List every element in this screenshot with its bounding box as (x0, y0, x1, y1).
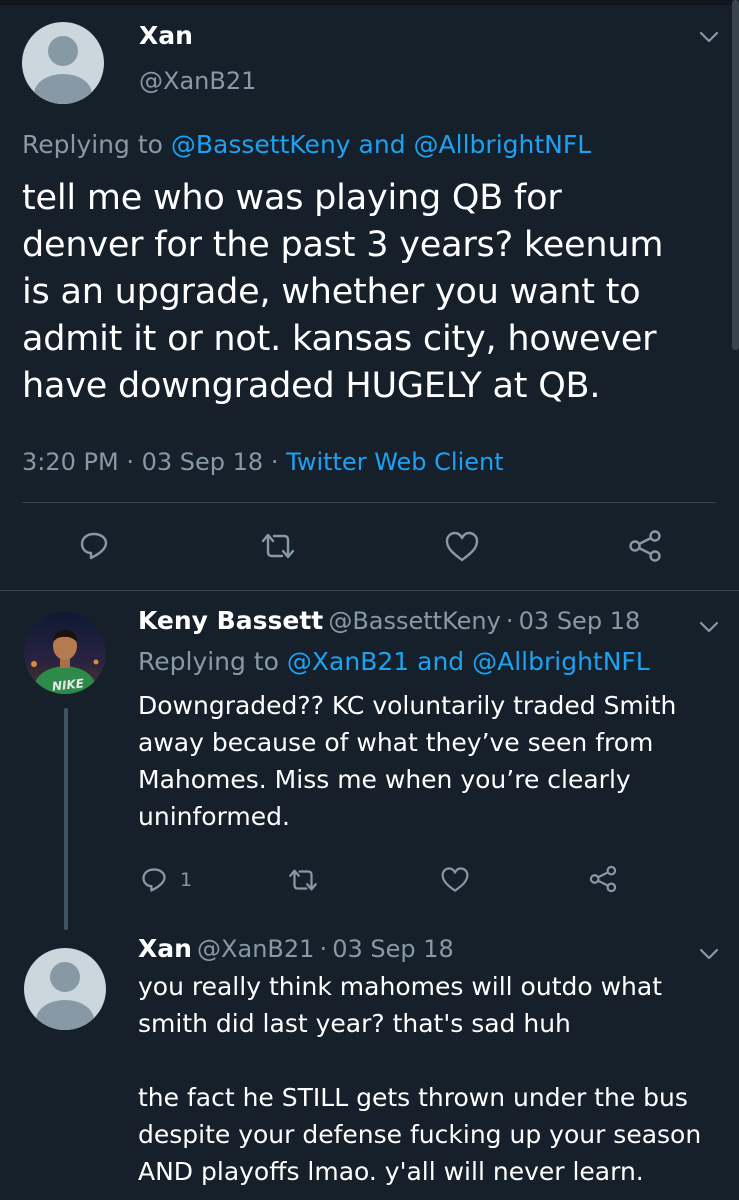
share-icon[interactable] (627, 528, 663, 564)
separator: · (319, 935, 328, 963)
text-line: away because of what they’ve seen from (138, 728, 654, 757)
divider (0, 590, 739, 591)
separator: · (505, 607, 514, 635)
author-name[interactable]: Keny Bassett (138, 606, 323, 635)
avatar[interactable] (24, 948, 106, 1030)
replying-to: Replying to @XanB21 and @AllbrightNFL (138, 647, 650, 676)
separator: · (126, 448, 134, 476)
tweet-date: 03 Sep 18 (332, 935, 454, 963)
tweet-time: 3:20 PM (22, 448, 119, 476)
thread-line (64, 708, 68, 930)
tweet-text: Downgraded?? KC voluntarily traded Smith… (138, 687, 728, 835)
tweet-text: you really think mahomes will outdo what… (138, 968, 728, 1190)
author-name[interactable]: Xan (138, 934, 192, 963)
mention-link[interactable]: @AllbrightNFL (414, 130, 592, 159)
top-edge (0, 0, 739, 5)
reply-header: Keny Bassett @BassettKeny · 03 Sep 18 (138, 606, 640, 635)
chevron-down-icon[interactable] (695, 940, 723, 968)
chevron-down-icon[interactable] (695, 613, 723, 641)
replying-prefix: Replying to (22, 130, 163, 159)
separator: · (270, 448, 279, 476)
reply-icon[interactable] (78, 530, 110, 562)
replying-and: and (358, 130, 406, 159)
replying-and: and (417, 647, 465, 676)
divider (22, 502, 716, 503)
text-line (138, 1042, 728, 1079)
tweet-text: tell me who was playing QB for denver fo… (22, 175, 722, 410)
text-line: Mahomes. Miss me when you’re clearly (138, 765, 631, 794)
text-line: is an upgrade, whether you want to (22, 272, 641, 312)
share-icon[interactable] (588, 864, 618, 894)
author-handle[interactable]: @BassettKeny (328, 607, 501, 635)
author-handle[interactable]: @XanB21 (139, 67, 256, 95)
text-line: the fact he STILL gets thrown under the … (138, 1083, 688, 1112)
heart-icon[interactable] (444, 530, 480, 564)
text-line: uninformed. (138, 802, 290, 831)
retweet-icon[interactable] (258, 530, 298, 562)
mention-link[interactable]: @XanB21 (287, 647, 409, 676)
text-line: admit it or not. kansas city, however (22, 319, 657, 359)
text-line: tell me who was playing QB for (22, 178, 562, 218)
tweet-date: 03 Sep 18 (141, 448, 264, 476)
text-line: you really think mahomes will outdo what (138, 972, 663, 1001)
chevron-down-icon[interactable] (695, 23, 723, 51)
tweet-meta: 3:20 PM · 03 Sep 18 · Twitter Web Client (22, 448, 504, 476)
reply-count: 1 (180, 869, 193, 891)
text-line: have downgraded HUGELY at QB. (22, 366, 601, 406)
replying-to: Replying to @BassettKeny and @AllbrightN… (22, 130, 591, 159)
replying-prefix: Replying to (138, 647, 279, 676)
scrollbar[interactable] (732, 0, 739, 350)
reply-header: Xan @XanB21 · 03 Sep 18 (138, 934, 454, 963)
mention-link[interactable]: @AllbrightNFL (472, 647, 650, 676)
reply-icon[interactable] (140, 866, 168, 894)
avatar[interactable] (22, 22, 104, 104)
text-line: Downgraded?? KC voluntarily traded Smith (138, 691, 677, 720)
heart-icon[interactable] (440, 866, 470, 894)
tweet-client[interactable]: Twitter Web Client (286, 448, 504, 476)
text-line: despite your defense fucking up your sea… (138, 1120, 702, 1149)
author-name[interactable]: Xan (139, 21, 193, 50)
tweet-date: 03 Sep 18 (518, 607, 641, 635)
text-line: denver for the past 3 years? keenum (22, 225, 664, 265)
author-handle[interactable]: @XanB21 (197, 935, 314, 963)
retweet-icon[interactable] (286, 866, 320, 894)
mention-link[interactable]: @BassettKeny (171, 130, 351, 159)
text-line: AND playoffs lmao. y'all will never lear… (138, 1157, 644, 1186)
text-line: smith did last year? that's sad huh (138, 1009, 571, 1038)
